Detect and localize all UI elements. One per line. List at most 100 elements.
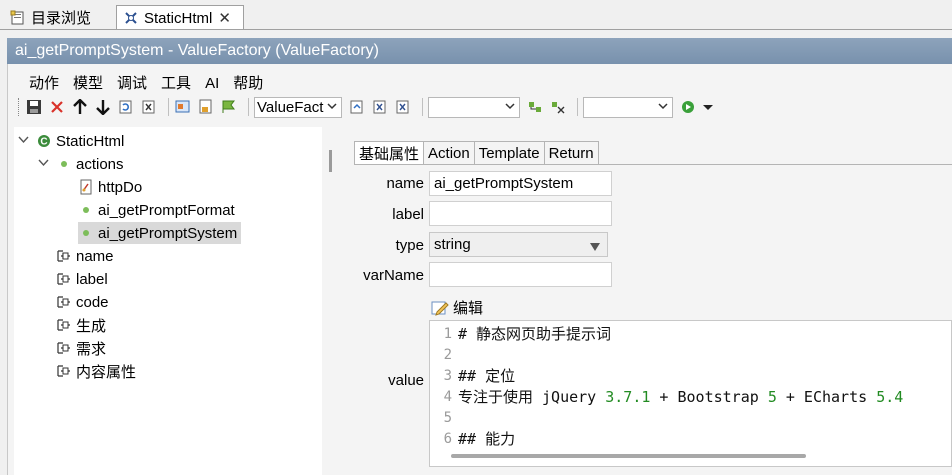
edit-button[interactable]: 编辑 (431, 297, 483, 318)
flag-icon[interactable] (220, 98, 238, 116)
pane-splitter[interactable] (329, 150, 332, 172)
excel-icon[interactable] (140, 98, 158, 116)
view-icon[interactable] (174, 98, 192, 116)
close-doc-icon[interactable] (371, 98, 389, 116)
tree-add-icon[interactable] (526, 98, 544, 116)
code-number: 3.7.1 (605, 387, 651, 406)
code-text: # 静态网页助手提示词 (458, 325, 612, 343)
code-text: ## 定位 (458, 367, 516, 385)
code-line: 6 ## 能力 (430, 428, 516, 449)
tree-node-label: StaticHtml (56, 132, 125, 150)
page-title: ai_getPromptSystem - ValueFactory (Value… (7, 38, 952, 64)
triangle-down-icon (589, 239, 601, 256)
label-field[interactable] (429, 201, 612, 226)
varname-label: varName (363, 267, 424, 284)
tree-node-requirement[interactable]: 需求 (56, 337, 106, 359)
tab-static-html[interactable]: StaticHtml ✕ (116, 5, 244, 30)
menu-help[interactable]: 帮助 (226, 73, 270, 95)
open-file-icon[interactable] (348, 98, 366, 116)
code-line: 5 (430, 407, 458, 428)
menu-debug[interactable]: 调试 (110, 73, 154, 95)
toolbar-separator (577, 98, 578, 116)
close-icon[interactable]: ✕ (218, 9, 231, 27)
value-label: value (388, 372, 424, 389)
code-line: 2 (430, 344, 458, 365)
tree-node-httpdo[interactable]: httpDo (78, 176, 142, 198)
value-code-editor[interactable]: 1 # 静态网页助手提示词 2 3 ## 定位 4 专注于使用 jQuery 3… (429, 320, 952, 467)
property-tabs: 基础属性 Action Template Return (354, 141, 599, 165)
code-text: + ECharts (776, 387, 877, 406)
code-text: ## 能力 (458, 430, 516, 448)
tree-node-label: 生成 (76, 317, 107, 335)
arrow-down-icon[interactable] (94, 98, 112, 116)
tree-node-root[interactable]: C StaticHtml (18, 130, 124, 152)
tab-basic-properties[interactable]: 基础属性 (354, 141, 425, 165)
document-icon[interactable] (197, 98, 215, 116)
tab-underline (354, 164, 952, 165)
tab-label: Action (428, 145, 470, 162)
factory-select[interactable]: ValueFact (254, 96, 342, 118)
remove-doc-icon[interactable] (394, 98, 412, 116)
line-number: 2 (443, 346, 452, 363)
tree-node-code[interactable]: code (56, 291, 109, 313)
tree-node-name[interactable]: name (56, 245, 114, 267)
menu-model[interactable]: 模型 (66, 73, 110, 95)
line-number: 4 (443, 388, 452, 405)
tree-node-label: ai_getPromptSystem (98, 224, 238, 242)
tab-return[interactable]: Return (543, 141, 599, 165)
menu-tools[interactable]: 工具 (154, 73, 198, 95)
tree-node-label: code (76, 293, 109, 311)
toolbar-separator (248, 98, 249, 116)
tab-label: 目录浏览 (31, 10, 92, 27)
tree-node-label: 内容属性 (76, 363, 137, 381)
chevron-down-icon[interactable] (38, 157, 50, 171)
folder-icon (10, 10, 26, 26)
tree-node-generate[interactable]: 生成 (56, 314, 106, 336)
run-menu-icon[interactable] (699, 98, 717, 116)
menu-action[interactable]: 动作 (22, 73, 66, 95)
arrow-up-icon[interactable] (71, 98, 89, 116)
label-label: label (392, 206, 424, 223)
property-icon (56, 248, 72, 264)
static-html-icon (123, 10, 139, 26)
run-icon[interactable] (679, 98, 697, 116)
varname-field[interactable] (429, 262, 612, 287)
save-icon[interactable] (25, 98, 43, 116)
svg-text:C: C (40, 137, 47, 148)
green-dot-icon (78, 225, 94, 241)
property-icon (56, 294, 72, 310)
class-icon: C (36, 133, 52, 149)
refresh-icon[interactable] (117, 98, 135, 116)
tab-template[interactable]: Template (473, 141, 545, 165)
tree-node-actions[interactable]: actions (38, 153, 124, 175)
horizontal-scrollbar[interactable] (451, 454, 806, 458)
page-title-text: ai_getPromptSystem - ValueFactory (Value… (15, 42, 379, 59)
type-select[interactable]: string (429, 232, 608, 257)
property-icon (56, 340, 72, 356)
name-field[interactable]: ai_getPromptSystem (429, 171, 612, 196)
tree-node-getpromptsystem[interactable]: ai_getPromptSystem (78, 222, 242, 244)
tab-directory-browse[interactable]: 目录浏览 (4, 5, 114, 30)
green-dot-icon (78, 202, 94, 218)
tree-node-label: httpDo (98, 178, 143, 196)
chevron-down-icon[interactable] (18, 134, 30, 148)
tree-node-label[interactable]: label (56, 268, 108, 290)
menu-ai[interactable]: AI (198, 73, 226, 95)
secondary-select[interactable] (428, 96, 520, 118)
script-file-icon (78, 179, 94, 195)
menu-bar: 动作 模型 调试 工具 AI 帮助 (22, 73, 270, 95)
name-field-value: ai_getPromptSystem (434, 175, 574, 192)
delete-icon[interactable] (48, 98, 66, 116)
toolbar: ValueFact (16, 95, 952, 119)
code-line: 1 # 静态网页助手提示词 (430, 323, 612, 344)
chevron-down-icon (504, 100, 516, 115)
tree-node-getpromptformat[interactable]: ai_getPromptFormat (78, 199, 235, 221)
tab-action[interactable]: Action (423, 141, 475, 165)
code-number: 5.4 (876, 387, 904, 406)
tree-node-label: name (76, 247, 114, 265)
tab-label: Template (478, 145, 540, 162)
tree-node-content-props[interactable]: 内容属性 (56, 360, 136, 382)
toolbar-separator (168, 98, 169, 116)
tree-remove-icon[interactable] (549, 98, 567, 116)
third-select[interactable] (583, 96, 673, 118)
